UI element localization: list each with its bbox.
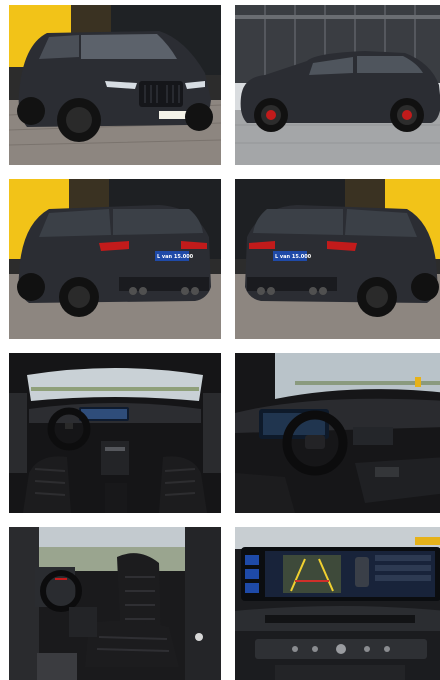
seats-photo <box>9 527 221 680</box>
license-plate-text: L van 15.000 <box>275 254 312 260</box>
gallery-photo-rear-left[interactable]: L van 15.000 <box>9 179 221 339</box>
car-rear-left-photo: L van 15.000 <box>9 179 221 339</box>
gallery-photo-dashboard[interactable] <box>9 353 221 513</box>
car-rear-right-photo: L van 15.000 <box>235 179 440 339</box>
gallery-photo-seats[interactable] <box>9 527 221 680</box>
photo-gallery: L van 15.000 L van 15.000 <box>0 0 440 680</box>
dashboard-photo <box>9 353 221 513</box>
gallery-photo-infotainment[interactable] <box>235 527 440 680</box>
car-front-photo <box>9 5 221 165</box>
gallery-photo-front[interactable] <box>9 5 221 165</box>
infotainment-photo <box>235 527 440 680</box>
gallery-photo-side[interactable] <box>235 5 440 165</box>
gallery-photo-rear-right[interactable]: L van 15.000 <box>235 179 440 339</box>
cockpit-photo <box>235 353 440 513</box>
gallery-photo-cockpit[interactable] <box>235 353 440 513</box>
car-side-photo <box>235 5 440 165</box>
license-plate-text: L van 15.000 <box>157 254 194 260</box>
